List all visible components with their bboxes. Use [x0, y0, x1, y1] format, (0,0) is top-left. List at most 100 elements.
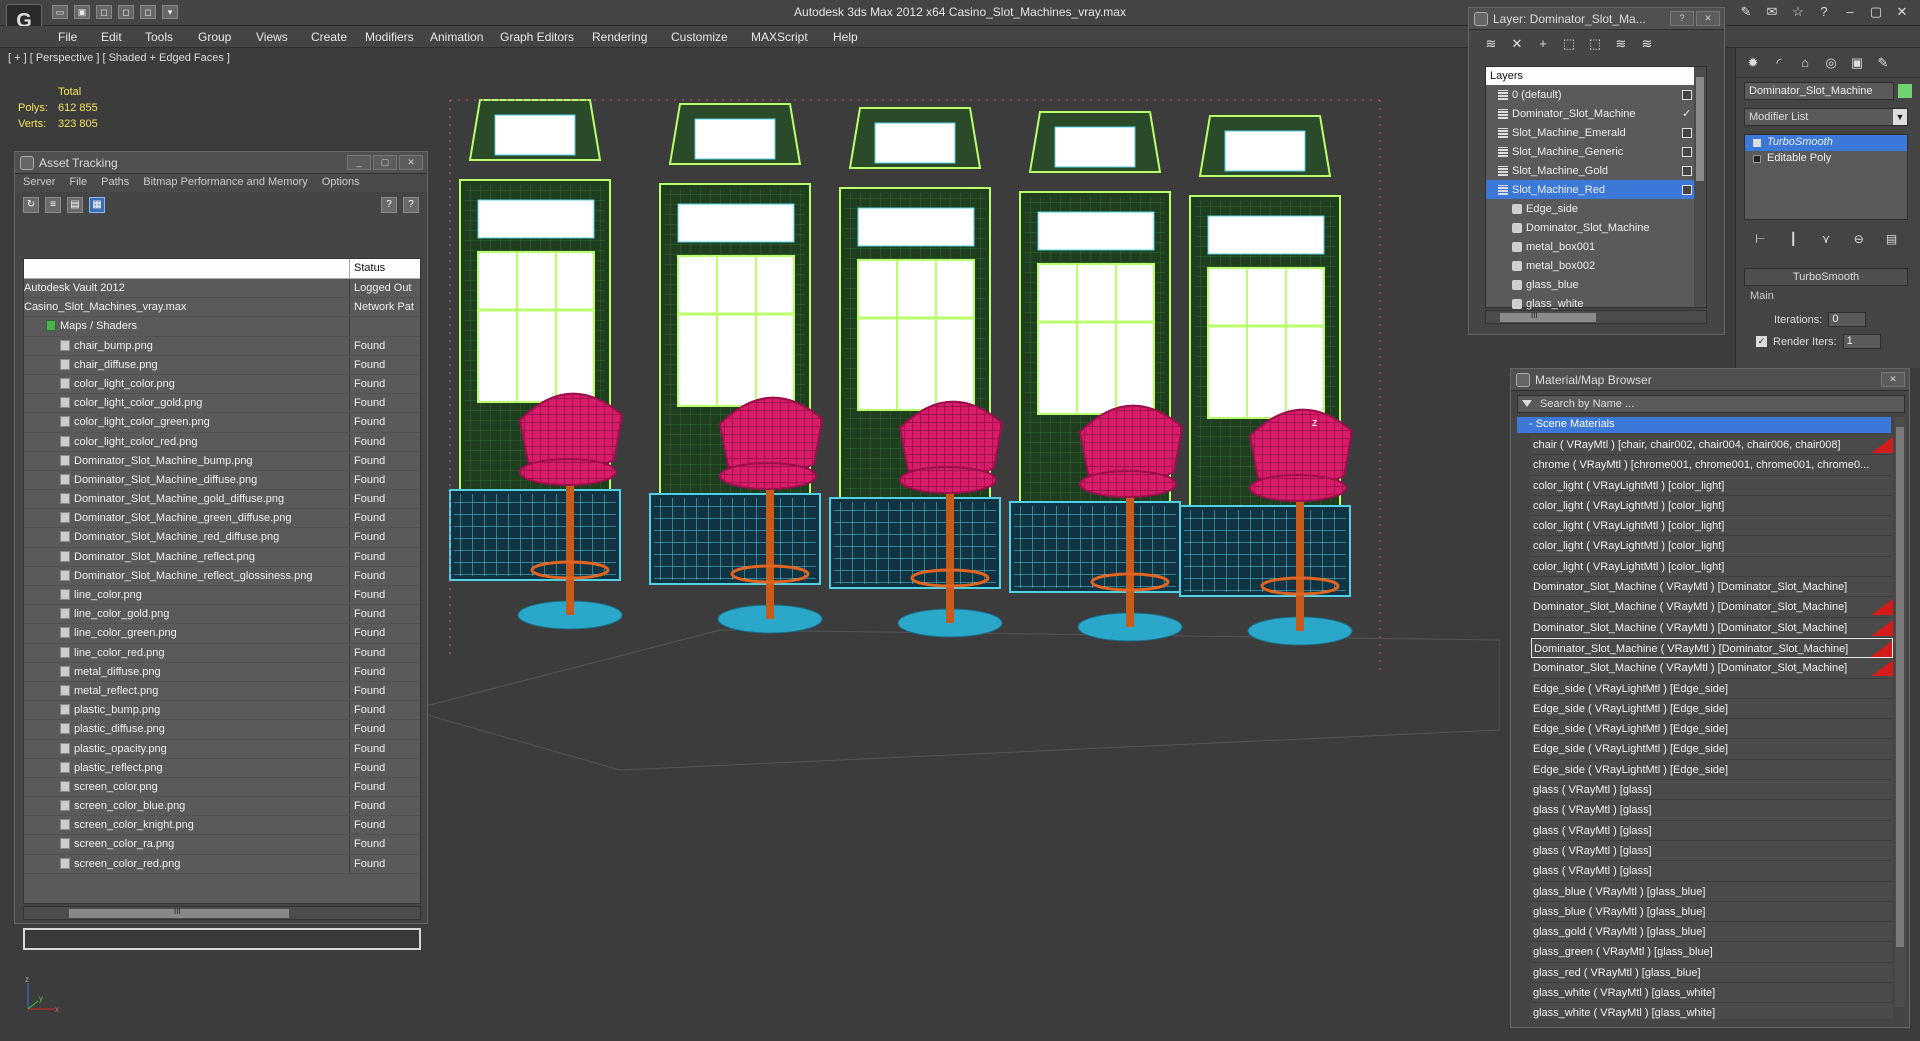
asset-row[interactable]: plastic_opacity.png Found — [24, 739, 420, 759]
asset-row[interactable]: screen_color_knight.png Found — [24, 816, 420, 836]
asset-row[interactable]: screen_color_red.png Found — [24, 854, 420, 874]
search-input[interactable]: Search by Name ... — [1517, 395, 1905, 413]
material-row[interactable]: Dominator_Slot_Machine ( VRayMtl ) [Domi… — [1531, 637, 1893, 659]
material-row[interactable]: Dominator_Slot_Machine ( VRayMtl ) [Domi… — [1531, 658, 1893, 679]
asset-row[interactable]: chair_bump.png Found — [24, 336, 420, 356]
asset-list[interactable]: Status Autodesk Vault 2012 Logged Out Casi… — [23, 258, 421, 904]
help-icon[interactable]: ? — [381, 197, 397, 213]
asset-row[interactable]: Dominator_Slot_Machine_reflect_glossines… — [24, 566, 420, 586]
search-options-icon[interactable] — [1522, 400, 1532, 407]
material-browser-titlebar[interactable]: Material/Map Browser ✕ — [1511, 369, 1909, 391]
current-layer-box[interactable] — [1682, 184, 1692, 195]
menu-tools[interactable]: Tools — [145, 30, 173, 44]
material-row[interactable]: chair ( VRayMtl ) [chair, chair002, chai… — [1531, 435, 1893, 456]
current-layer-box[interactable] — [1682, 89, 1692, 100]
material-list-vscrollbar[interactable] — [1895, 417, 1905, 1007]
layer-manager-window[interactable]: Layer: Dominator_Slot_Ma... ? ✕ ≋ ✕ + ⬚ … — [1468, 7, 1725, 335]
name-column-header[interactable] — [24, 259, 350, 278]
refresh-icon[interactable]: ↻ — [23, 197, 39, 213]
asset-row[interactable]: Dominator_Slot_Machine_bump.png Found — [24, 451, 420, 471]
asset-list-hscrollbar[interactable]: III — [23, 906, 421, 920]
material-row[interactable]: glass ( VRayMtl ) [glass] — [1531, 780, 1893, 801]
menu-create[interactable]: Create — [311, 30, 347, 44]
create-layer-icon[interactable]: ≋ — [1483, 36, 1499, 52]
modifier-list-dropdown[interactable]: Modifier List ▼ — [1744, 108, 1908, 126]
menu-file[interactable]: File — [69, 176, 87, 190]
material-row[interactable]: glass ( VRayMtl ) [glass] — [1531, 861, 1893, 882]
hierarchy-tab-icon[interactable]: ⌂ — [1796, 54, 1814, 72]
pin-stack-icon[interactable]: ⊢ — [1752, 232, 1768, 248]
asset-row[interactable]: line_color_red.png Found — [24, 643, 420, 663]
close-icon[interactable]: ✕ — [1881, 372, 1905, 387]
material-row[interactable]: glass_white ( VRayMtl ) [glass_white] — [1531, 1003, 1893, 1019]
material-row[interactable]: Edge_side ( VRayLightMtl ) [Edge_side] — [1531, 698, 1893, 720]
freeze-all-icon[interactable]: ≋ — [1639, 36, 1655, 52]
hscroll-thumb[interactable] — [1500, 313, 1596, 322]
slot-machines-wireframe-scene[interactable]: z — [420, 70, 1500, 790]
material-row[interactable]: glass_blue ( VRayMtl ) [glass_blue] — [1531, 901, 1893, 923]
communication-icon[interactable]: ✉ — [1764, 4, 1780, 20]
iterations-spinner[interactable]: 0 — [1828, 312, 1867, 327]
asset-row[interactable]: color_light_color_gold.png Found — [24, 394, 420, 414]
material-row[interactable]: Edge_side ( VRayLightMtl ) [Edge_side] — [1531, 719, 1893, 740]
menu-animation[interactable]: Animation — [430, 30, 483, 44]
configure-sets-icon[interactable]: ▤ — [1884, 232, 1900, 248]
show-end-result-icon[interactable]: ┃ — [1785, 232, 1801, 248]
minimize-icon[interactable]: – — [1842, 4, 1858, 20]
menu-customize[interactable]: Customize — [671, 30, 728, 44]
asset-tracking-titlebar[interactable]: Asset Tracking _ ▢ ✕ — [15, 152, 427, 174]
layer-manager-titlebar[interactable]: Layer: Dominator_Slot_Ma... ? ✕ — [1469, 8, 1724, 30]
select-objects-icon[interactable]: ⬚ — [1561, 36, 1577, 52]
asset-row[interactable]: chair_diffuse.png Found — [24, 355, 420, 375]
modify-tab-icon[interactable]: ◜ — [1770, 54, 1788, 72]
layer-object-row[interactable]: glass_blue — [1486, 275, 1706, 294]
layer-row[interactable]: Slot_Machine_Emerald — [1486, 123, 1706, 142]
menu-help[interactable]: Help — [833, 30, 858, 44]
material-row[interactable]: Dominator_Slot_Machine ( VRayMtl ) [Domi… — [1531, 617, 1893, 638]
vscroll-thumb[interactable] — [1696, 77, 1704, 181]
asset-row[interactable]: color_light_color.png Found — [24, 374, 420, 395]
material-row[interactable]: glass_gold ( VRayMtl ) [glass_blue] — [1531, 922, 1893, 943]
layer-list-vscrollbar[interactable] — [1694, 67, 1706, 307]
asset-row[interactable]: Dominator_Slot_Machine_diffuse.png Found — [24, 470, 420, 491]
chevron-down-icon[interactable]: ▼ — [1893, 109, 1907, 125]
menu-modifiers[interactable]: Modifiers — [365, 30, 414, 44]
close-icon[interactable]: ✕ — [1894, 4, 1910, 20]
layer-object-row[interactable]: metal_box001 — [1486, 237, 1706, 256]
turbosmooth-rollout-header[interactable]: TurboSmooth — [1744, 268, 1908, 286]
asset-tracking-window[interactable]: Asset Tracking _ ▢ ✕ Server File Paths B… — [14, 151, 428, 950]
asset-row[interactable]: Dominator_Slot_Machine_reflect.png Found — [24, 547, 420, 567]
make-unique-icon[interactable]: ⋎ — [1818, 232, 1834, 248]
asset-row[interactable]: screen_color.png Found — [24, 777, 420, 798]
bulb-icon[interactable] — [1753, 139, 1761, 147]
material-row[interactable]: color_light ( VRayLightMtl ) [color_ligh… — [1531, 475, 1893, 496]
asset-row[interactable]: Autodesk Vault 2012 Logged Out — [24, 279, 420, 299]
list-view-icon[interactable]: ≡ — [45, 197, 61, 213]
render-iters-spinner[interactable]: 1 — [1842, 334, 1881, 349]
asset-row[interactable]: plastic_diffuse.png Found — [24, 720, 420, 740]
layer-row[interactable]: 0 (default) — [1486, 85, 1706, 104]
asset-row[interactable]: Casino_Slot_Machines_vray.max Network Pat — [24, 298, 420, 318]
close-icon[interactable]: ✕ — [399, 155, 423, 170]
delete-layer-icon[interactable]: ✕ — [1509, 36, 1525, 52]
asset-row[interactable]: plastic_bump.png Found — [24, 701, 420, 721]
material-row[interactable]: glass_white ( VRayMtl ) [glass_white] — [1531, 983, 1893, 1004]
material-row[interactable]: Edge_side ( VRayLightMtl ) [Edge_side] — [1531, 678, 1893, 699]
current-layer-box[interactable] — [1682, 146, 1692, 157]
utilities-tab-icon[interactable]: ✎ — [1874, 54, 1892, 72]
material-row[interactable]: Dominator_Slot_Machine ( VRayMtl ) [Domi… — [1531, 577, 1893, 598]
layer-row[interactable]: Slot_Machine_Generic — [1486, 142, 1706, 161]
asset-row[interactable]: screen_color_blue.png Found — [24, 797, 420, 817]
scene-materials-group[interactable]: - Scene Materials — [1517, 417, 1891, 433]
favorites-icon[interactable]: ☆ — [1790, 4, 1806, 20]
material-row[interactable]: glass ( VRayMtl ) [glass] — [1531, 800, 1893, 821]
render-iters-checkbox[interactable]: ✓ — [1756, 336, 1767, 347]
material-map-browser-window[interactable]: Material/Map Browser ✕ Search by Name ..… — [1510, 368, 1910, 1028]
menu-server[interactable]: Server — [23, 176, 55, 190]
asset-row[interactable]: Maps / Shaders — [24, 317, 420, 337]
maximize-icon[interactable]: ▢ — [1868, 4, 1884, 20]
menu-maxscript[interactable]: MAXScript — [751, 30, 808, 44]
tools-icon[interactable]: ✎ — [1738, 4, 1754, 20]
table-view-icon[interactable]: ▦ — [89, 197, 105, 213]
stack-item-editable-poly[interactable]: Editable Poly — [1745, 151, 1907, 167]
